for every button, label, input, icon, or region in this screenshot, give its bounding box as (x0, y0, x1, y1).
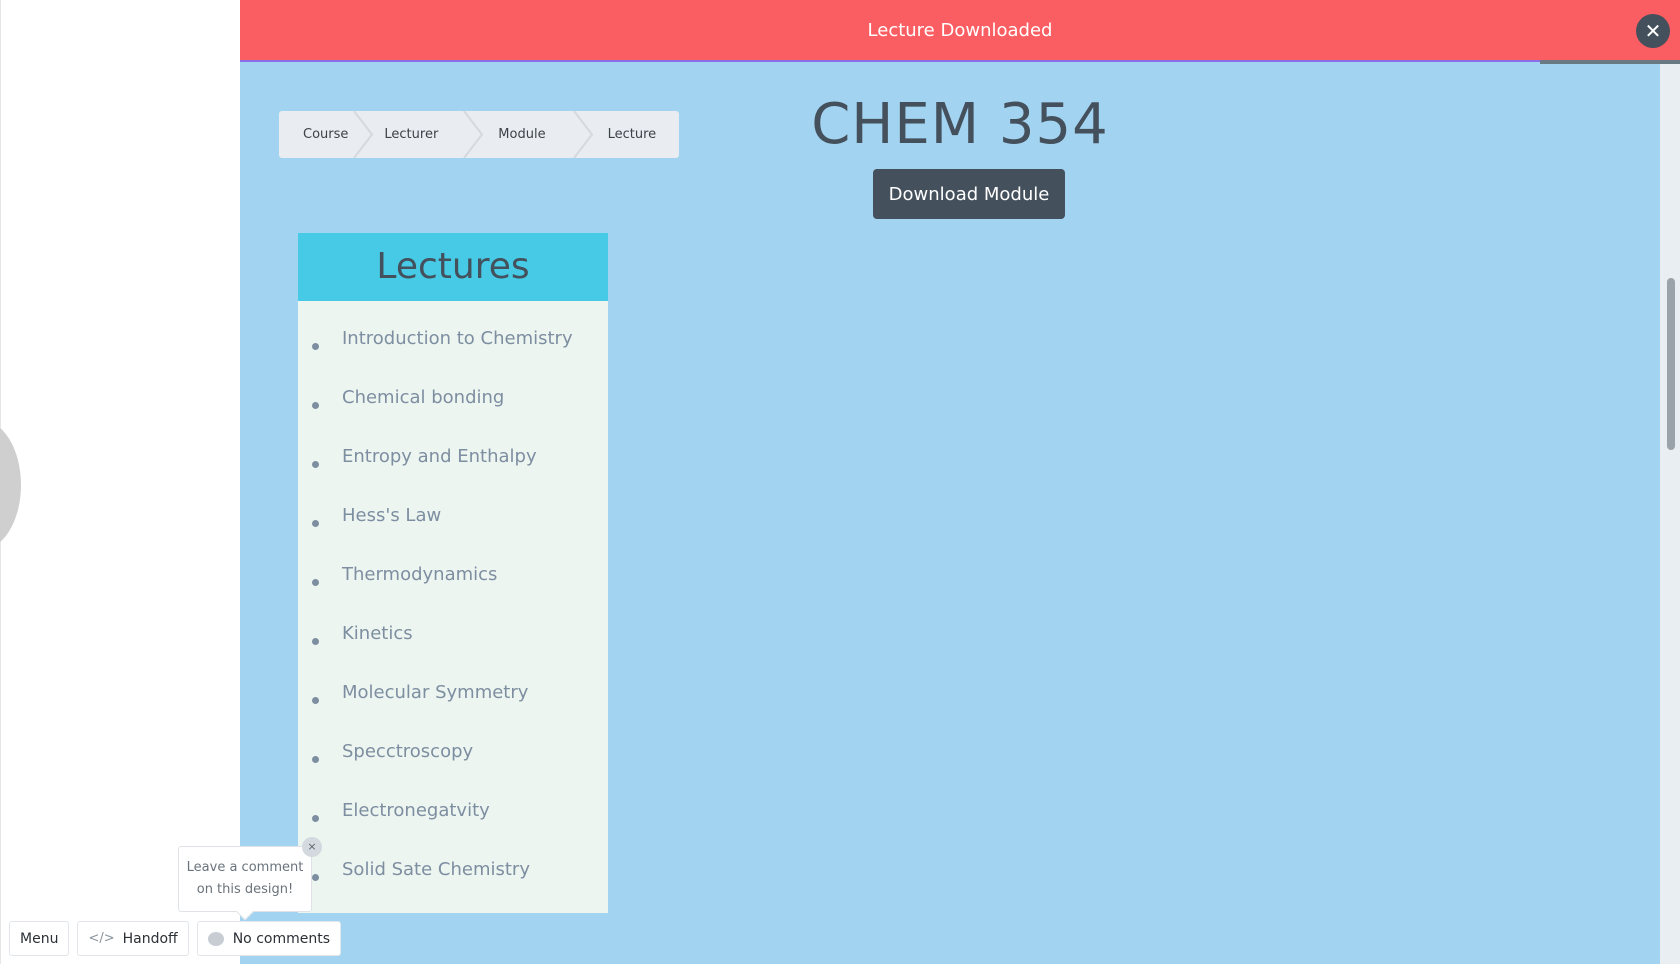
bottom-edge (0, 964, 1680, 968)
scrollbar[interactable] (1660, 64, 1680, 968)
close-icon[interactable]: × (302, 837, 322, 857)
lectures-heading: Lectures (298, 233, 608, 301)
bullet-icon (312, 874, 319, 881)
list-item[interactable]: Solid Sate Chemistry (298, 840, 608, 899)
breadcrumb-label: Lecturer (384, 127, 439, 142)
code-icon: </> (88, 931, 115, 946)
handoff-button[interactable]: </> Handoff (77, 921, 189, 956)
bullet-icon (312, 756, 319, 763)
breadcrumb-item-lecture[interactable]: Lecture (598, 111, 657, 158)
breadcrumb-label: Module (498, 127, 546, 142)
list-item[interactable]: Kinetics (298, 604, 608, 663)
lecture-list: Introduction to Chemistry Chemical bondi… (298, 301, 608, 899)
lectures-panel: Lectures Introduction to Chemistry Chemi… (298, 233, 608, 913)
lecture-label: Molecular Symmetry (342, 682, 529, 703)
breadcrumb-item-module[interactable]: Module (488, 111, 545, 158)
comments-button[interactable]: No comments (196, 921, 341, 956)
bullet-icon (312, 520, 319, 527)
list-item[interactable]: Introduction to Chemistry (298, 309, 608, 368)
page-title: CHEM 354 (811, 92, 1109, 157)
bullet-icon (312, 461, 319, 468)
lecture-label: Hess's Law (342, 505, 442, 526)
bottom-toolbar: Menu </> Handoff No comments (0, 921, 341, 957)
breadcrumb-item-course[interactable]: Course (279, 111, 348, 158)
comment-prompt-line: on this design! (196, 882, 294, 897)
bullet-icon (312, 697, 319, 704)
comment-prompt-line: Leave a comment (186, 860, 304, 875)
bullet-icon (312, 579, 319, 586)
download-module-button[interactable]: Download Module (873, 169, 1065, 219)
lecture-label: Thermodynamics (342, 564, 498, 585)
toast-title: Lecture Downloaded (867, 20, 1053, 41)
lecture-label: Electronegatvity (342, 800, 490, 821)
app-root: Lecture Downloaded ✕ Course Lecturer Mod… (0, 0, 1680, 968)
list-item[interactable]: Thermodynamics (298, 545, 608, 604)
lecture-label: Solid Sate Chemistry (342, 859, 530, 880)
chat-bubble-icon (207, 931, 224, 946)
menu-label: Menu (20, 930, 59, 947)
chevron-right-icon (348, 111, 378, 158)
side-handle[interactable] (0, 420, 21, 550)
list-item[interactable]: Chemical bonding (298, 368, 608, 427)
left-panel (0, 0, 240, 968)
close-icon[interactable]: ✕ (1636, 14, 1670, 48)
bullet-icon (312, 343, 319, 350)
lecture-label: Introduction to Chemistry (342, 328, 573, 349)
lecture-label: Chemical bonding (342, 387, 505, 408)
breadcrumb: Course Lecturer Module Lecture (279, 111, 679, 158)
handoff-label: Handoff (122, 930, 178, 947)
scrollbar-thumb[interactable] (1667, 278, 1675, 450)
lecture-label: Specctroscopy (342, 741, 474, 762)
breadcrumb-item-lecturer[interactable]: Lecturer (378, 111, 438, 158)
list-item[interactable]: Specctroscopy (298, 722, 608, 781)
list-item[interactable]: Molecular Symmetry (298, 663, 608, 722)
menu-button[interactable]: Menu (9, 921, 70, 956)
chevron-right-icon (458, 111, 488, 158)
list-item[interactable]: Hess's Law (298, 486, 608, 545)
breadcrumb-label: Course (303, 127, 349, 142)
list-item[interactable]: Electronegatvity (298, 781, 608, 840)
comment-prompt[interactable]: Leave a comment on this design! (178, 846, 312, 921)
breadcrumb-label: Lecture (607, 127, 657, 142)
bullet-icon (312, 815, 319, 822)
lecture-label: Entropy and Enthalpy (342, 446, 537, 467)
comments-label: No comments (232, 930, 330, 947)
chevron-right-icon (568, 111, 598, 158)
bullet-icon (312, 638, 319, 645)
toast-progress-track (1540, 60, 1680, 64)
toast-notification: Lecture Downloaded ✕ (240, 0, 1680, 62)
lecture-label: Kinetics (342, 623, 413, 644)
list-item[interactable]: Entropy and Enthalpy (298, 427, 608, 486)
bullet-icon (312, 402, 319, 409)
